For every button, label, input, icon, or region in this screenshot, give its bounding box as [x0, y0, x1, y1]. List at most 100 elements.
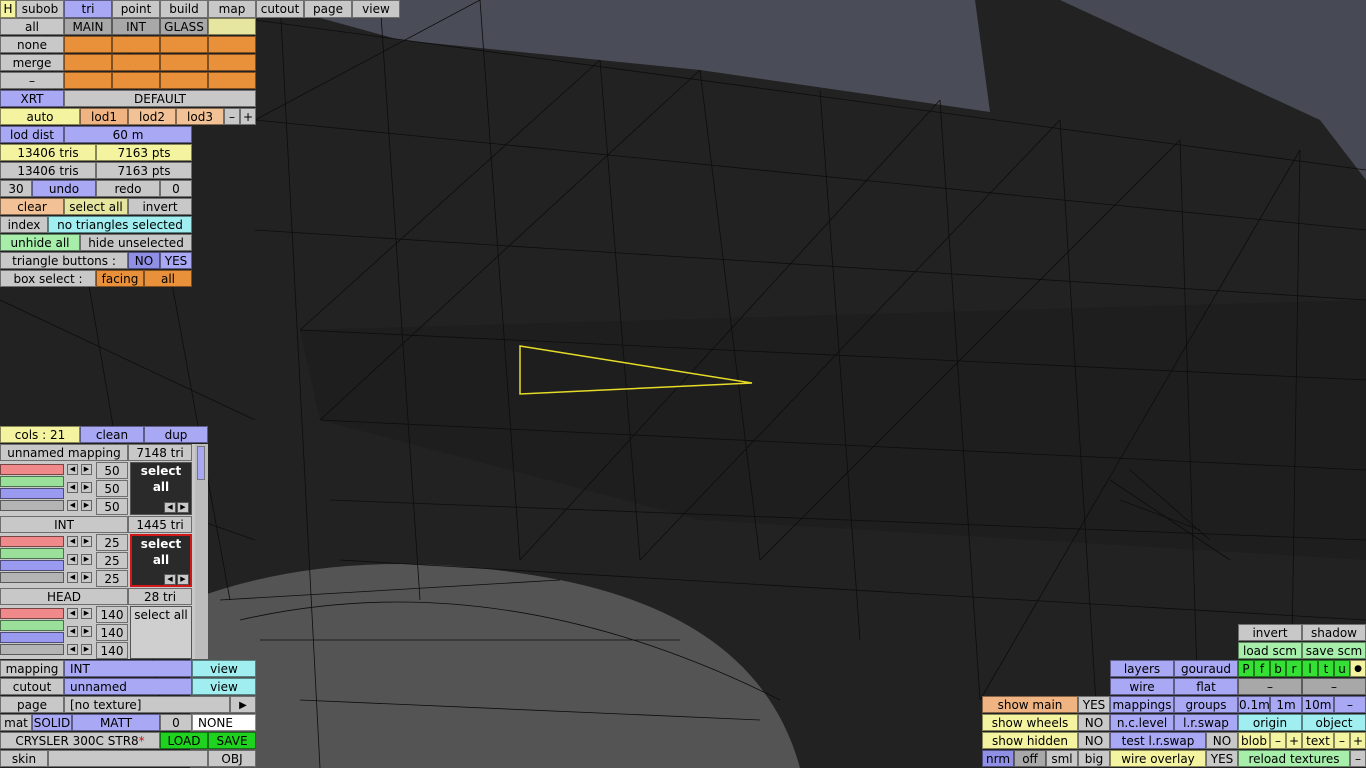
lod-auto-button[interactable]: auto	[0, 108, 80, 125]
mat-none-field[interactable]: NONE	[192, 714, 256, 731]
obj-button[interactable]: OBJ	[208, 750, 256, 767]
left-arrow-icon[interactable]: ◀	[67, 536, 78, 547]
color-group-name[interactable]: unnamed mapping	[0, 444, 128, 461]
index-button[interactable]: index	[0, 216, 48, 233]
dash-button[interactable]: –	[1302, 678, 1366, 695]
normals-sml-button[interactable]: sml	[1046, 750, 1078, 767]
group-cell[interactable]	[64, 72, 112, 89]
cutout-view-button[interactable]: view	[192, 678, 256, 695]
blob-minus-button[interactable]: –	[1270, 732, 1286, 749]
dash-button[interactable]: –	[1238, 678, 1302, 695]
group-cell[interactable]	[208, 36, 256, 53]
show-wheels-value[interactable]: NO	[1078, 714, 1110, 731]
grid-minus-button[interactable]: –	[1334, 696, 1366, 713]
view-l-button[interactable]: l	[1302, 660, 1318, 677]
tab-cutout[interactable]: cutout	[256, 0, 304, 18]
tab-subob[interactable]: subob	[16, 0, 64, 18]
lod3-button[interactable]: lod3	[176, 108, 224, 125]
group-merge-button[interactable]: merge	[0, 54, 64, 71]
tab-map[interactable]: map	[208, 0, 256, 18]
group-cell[interactable]	[112, 36, 160, 53]
lod2-button[interactable]: lod2	[128, 108, 176, 125]
view-p-button[interactable]: P	[1238, 660, 1254, 677]
gouraud-button[interactable]: gouraud	[1174, 660, 1238, 677]
box-select-all[interactable]: all	[144, 270, 192, 287]
invert-button[interactable]: invert	[1238, 624, 1302, 641]
load-button[interactable]: LOAD	[160, 732, 208, 749]
group-cell[interactable]	[112, 54, 160, 71]
left-arrow-icon[interactable]: ◀	[67, 500, 78, 511]
page-value[interactable]: [no texture]	[64, 696, 230, 713]
show-main-value[interactable]: YES	[1078, 696, 1110, 713]
red-slider[interactable]	[0, 464, 64, 475]
test-lr-swap-value[interactable]: NO	[1206, 732, 1238, 749]
wire-overlay-label[interactable]: wire overlay	[1110, 750, 1206, 767]
save-scm-button[interactable]: save scm	[1302, 642, 1366, 659]
left-arrow-icon[interactable]: ◀	[67, 572, 78, 583]
group-dash-button[interactable]: –	[0, 72, 64, 89]
normals-nrm-button[interactable]: nrm	[982, 750, 1014, 767]
page-next-icon[interactable]: ▶	[230, 696, 256, 713]
left-arrow-icon[interactable]: ◀	[67, 608, 78, 619]
mapping-view-button[interactable]: view	[192, 660, 256, 677]
left-arrow-icon[interactable]: ◀	[67, 626, 78, 637]
layers-button[interactable]: layers	[1110, 660, 1174, 677]
triangle-buttons-yes[interactable]: YES	[160, 252, 192, 269]
select-all-button[interactable]: select all	[64, 198, 128, 215]
group-all-button[interactable]: all	[0, 18, 64, 35]
lod-dist-value[interactable]: 60 m	[64, 126, 192, 143]
group-cell[interactable]	[208, 72, 256, 89]
text-plus-button[interactable]: +	[1350, 732, 1366, 749]
alpha-slider[interactable]	[0, 572, 64, 583]
unhide-all-button[interactable]: unhide all	[0, 234, 80, 251]
tab-view[interactable]: view	[352, 0, 400, 18]
groups-button[interactable]: groups	[1174, 696, 1238, 713]
grid-01m-button[interactable]: 0.1m	[1238, 696, 1270, 713]
shadow-button[interactable]: shadow	[1302, 624, 1366, 641]
scroll-thumb[interactable]	[197, 446, 205, 480]
lr-swap-button[interactable]: l.r.swap	[1174, 714, 1238, 731]
group-column-glass[interactable]: GLASS	[160, 18, 208, 35]
group-cell[interactable]	[208, 54, 256, 71]
origin-button[interactable]: origin	[1238, 714, 1302, 731]
tab-point[interactable]: point	[112, 0, 160, 18]
view-r-button[interactable]: r	[1286, 660, 1302, 677]
grid-10m-button[interactable]: 10m	[1302, 696, 1334, 713]
left-arrow-icon[interactable]: ◀	[67, 554, 78, 565]
mat-number[interactable]: 0	[160, 714, 192, 731]
left-arrow-icon[interactable]: ◀	[67, 482, 78, 493]
object-button[interactable]: object	[1302, 714, 1366, 731]
dup-button[interactable]: dup	[144, 426, 208, 443]
show-hidden-label[interactable]: show hidden	[982, 732, 1078, 749]
group-column-main[interactable]: MAIN	[64, 18, 112, 35]
car-name[interactable]: CRYSLER 300C STR8*	[0, 732, 160, 749]
redo-button[interactable]: redo	[96, 180, 160, 197]
dot-icon[interactable]: ●	[1350, 660, 1366, 677]
red-slider[interactable]	[0, 536, 64, 547]
show-wheels-label[interactable]: show wheels	[982, 714, 1078, 731]
green-slider[interactable]	[0, 476, 64, 487]
lod-minus-button[interactable]: –	[224, 108, 240, 125]
view-f-button[interactable]: f	[1254, 660, 1270, 677]
right-arrow-icon[interactable]: ▶	[81, 572, 92, 583]
flat-button[interactable]: flat	[1174, 678, 1238, 695]
normals-big-button[interactable]: big	[1078, 750, 1110, 767]
left-arrow-icon[interactable]: ◀	[164, 502, 176, 513]
clear-button[interactable]: clear	[0, 198, 64, 215]
wire-button[interactable]: wire	[1110, 678, 1174, 695]
box-select-facing[interactable]: facing	[96, 270, 144, 287]
text-button[interactable]: text	[1302, 732, 1334, 749]
grid-1m-button[interactable]: 1m	[1270, 696, 1302, 713]
color-group-name[interactable]: INT	[0, 516, 128, 533]
default-button[interactable]: DEFAULT	[64, 90, 256, 107]
group-cell[interactable]	[160, 54, 208, 71]
undo-button[interactable]: undo	[32, 180, 96, 197]
mapping-value[interactable]: INT	[64, 660, 192, 677]
color-groups-scrollbar[interactable]	[195, 444, 208, 659]
left-arrow-icon[interactable]: ◀	[67, 464, 78, 475]
save-button[interactable]: SAVE	[208, 732, 256, 749]
cutout-value[interactable]: unnamed	[64, 678, 192, 695]
blob-button[interactable]: blob	[1238, 732, 1270, 749]
test-lr-swap-button[interactable]: test l.r.swap	[1110, 732, 1206, 749]
right-arrow-icon[interactable]: ▶	[81, 536, 92, 547]
